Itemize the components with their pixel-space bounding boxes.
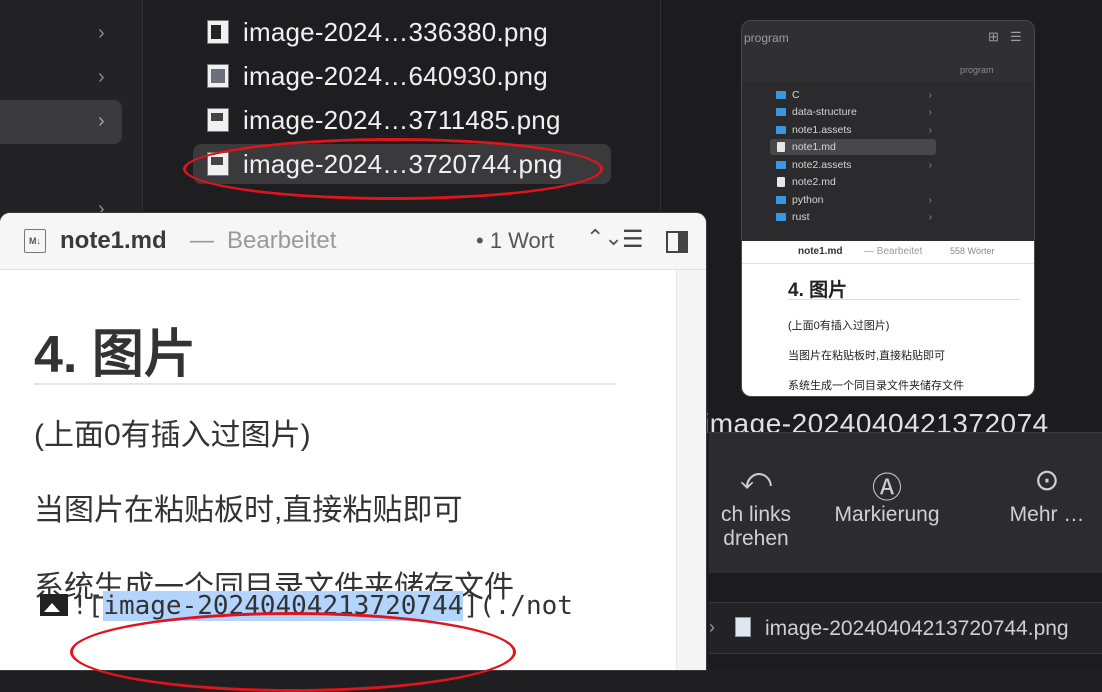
image-thumbnail-icon — [207, 108, 229, 132]
tree-item-label: note2.assets — [792, 159, 852, 171]
document-icon — [777, 142, 785, 152]
action-label: Markierung — [834, 503, 940, 526]
image-file-icon — [735, 617, 751, 637]
quicklook-action-bar: ⤺ ch links drehen Ⓐ Markierung ⊙ Mehr … — [709, 432, 1102, 573]
markdown-file-icon: M↓ — [24, 229, 46, 253]
file-item[interactable]: image-2024…640930.png — [193, 56, 611, 96]
paragraph[interactable]: 当图片在粘贴板时,直接粘贴即可 — [34, 485, 462, 529]
document-icon — [777, 177, 785, 187]
path-item[interactable]: image-20240404213720744.png — [765, 617, 1069, 641]
file-item-selected[interactable]: image-2024…3720744.png — [193, 144, 611, 184]
sidebar-toggle-icon[interactable] — [666, 231, 688, 253]
preview-pane: program ⊞ ☰ program C › data-structure › n… — [660, 0, 1102, 670]
chevron-right-icon[interactable]: › — [98, 66, 105, 89]
more-button[interactable]: ⊙ Mehr … — [997, 463, 1097, 527]
folder-icon — [776, 91, 786, 99]
file-item[interactable]: image-2024…3711485.png — [193, 100, 611, 140]
file-name: image-2024…640930.png — [243, 60, 548, 91]
preview-paragraph: 系统生成一个同目录文件夹储存文件 — [788, 380, 964, 392]
chevron-right-icon: › — [928, 89, 932, 101]
chevron-right-icon: › — [928, 159, 932, 171]
preview-paragraph: (上面0有插入过图片) — [788, 320, 890, 332]
file-name: image-2024…3720744.png — [243, 148, 563, 179]
more-icon: ⊙ — [1034, 464, 1060, 497]
chevron-right-icon: › — [928, 124, 932, 136]
path-bar: › image-20240404213720744.png — [709, 602, 1102, 654]
image-icon — [40, 594, 68, 616]
grid-view-icon: ⊞ — [988, 29, 999, 44]
chevron-right-icon[interactable]: › — [98, 110, 105, 133]
tree-item-selected: note1.md — [770, 139, 936, 155]
markdown-bracket: ![ — [72, 591, 104, 621]
divider — [34, 383, 616, 385]
tree-item-label: note1.assets — [792, 124, 852, 136]
image-thumbnail-icon — [207, 64, 229, 88]
document-heading[interactable]: 4. 图片 — [34, 312, 196, 387]
tree-item-label: data-structure — [792, 106, 857, 118]
tree-item: C › — [770, 87, 936, 103]
folder-icon — [776, 108, 786, 116]
tree-item-label: C — [792, 89, 800, 101]
folder-icon — [776, 213, 786, 221]
preview-document-name: note1.md — [798, 246, 843, 257]
preview-paragraph: 当图片在粘贴板时,直接粘贴即可 — [788, 350, 946, 362]
selected-image-name[interactable]: image-20240404213720744 — [103, 591, 464, 621]
preview-document: note1.md — Bearbeitet 558 Wörter 4. 图片 (… — [742, 241, 1034, 396]
tree-item-label: note2.md — [792, 176, 836, 188]
scrollbar[interactable] — [676, 270, 706, 670]
chevron-right-icon: › — [928, 194, 932, 206]
chevron-right-icon: › — [928, 211, 932, 223]
image-thumbnail-icon — [207, 20, 229, 44]
outline-list-icon[interactable]: ☰ — [622, 225, 644, 254]
image-markdown-line[interactable]: ![image-20240404213720744](./not — [40, 591, 573, 621]
file-name: image-2024…336380.png — [243, 16, 548, 47]
tree-item-label: python — [792, 194, 824, 206]
folder-icon — [776, 161, 786, 169]
editor-titlebar: M↓ note1.md — Bearbeitet • 1 Wort ⌃⌄ ☰ — [0, 213, 706, 270]
tree-item: note1.assets › — [770, 122, 936, 138]
tree-item-label: rust — [792, 211, 810, 223]
tree-item: rust › — [770, 209, 936, 225]
folder-icon — [776, 196, 786, 204]
action-label: ch links drehen — [720, 503, 792, 550]
list-view-icon: ☰ — [1010, 29, 1022, 44]
action-label: Mehr … — [1009, 503, 1085, 526]
image-thumbnail-icon — [207, 152, 229, 176]
rotate-icon: ⤺ — [739, 463, 773, 496]
paragraph[interactable]: (上面0有插入过图片) — [34, 410, 311, 454]
preview-word-count: 558 Wörter — [950, 246, 995, 256]
file-name: image-2024…3711485.png — [243, 104, 561, 135]
title-separator: — — [190, 227, 214, 254]
preview-folder-title: program — [744, 31, 789, 45]
folder-icon — [776, 126, 786, 134]
tree-item-label: note1.md — [792, 141, 836, 153]
chevron-right-icon: › — [928, 106, 932, 118]
tree-item: data-structure › — [770, 104, 936, 120]
preview-card: program ⊞ ☰ program C › data-structure › n… — [741, 20, 1035, 397]
preview-folder-subtitle: program — [960, 65, 994, 75]
editor-filename: note1.md — [60, 227, 167, 254]
preview-document-header: note1.md — Bearbeitet 558 Wörter — [742, 241, 1034, 264]
chevron-up-down-icon[interactable]: ⌃⌄ — [586, 225, 623, 251]
preview-document-status: — Bearbeitet — [864, 246, 923, 257]
file-item[interactable]: image-2024…336380.png — [193, 12, 611, 52]
preview-folder-header: program ⊞ ☰ program — [742, 21, 1034, 82]
preview-file-tree: C › data-structure › note1.assets › note1.m… — [742, 81, 1034, 241]
markdown-path: ](./not — [463, 591, 573, 621]
markup-icon: Ⓐ — [872, 472, 902, 505]
markup-button[interactable]: Ⓐ Markierung — [827, 463, 947, 527]
chevron-right-icon: › — [709, 617, 715, 637]
chevron-right-icon[interactable]: › — [98, 22, 105, 45]
editor-window: M↓ note1.md — Bearbeitet • 1 Wort ⌃⌄ ☰ 4… — [0, 213, 706, 670]
tree-item: note2.assets › — [770, 157, 936, 173]
rotate-left-button[interactable]: ⤺ ch links drehen — [701, 463, 811, 551]
file-list: image-2024…336380.png image-2024…640930.… — [142, 0, 661, 215]
tree-item: note2.md — [770, 174, 936, 190]
edit-status: Bearbeitet — [227, 227, 337, 254]
tree-item: python › — [770, 192, 936, 208]
preview-heading: 4. 图片 — [788, 280, 848, 301]
word-count[interactable]: • 1 Wort — [476, 228, 554, 254]
divider — [788, 299, 1020, 300]
